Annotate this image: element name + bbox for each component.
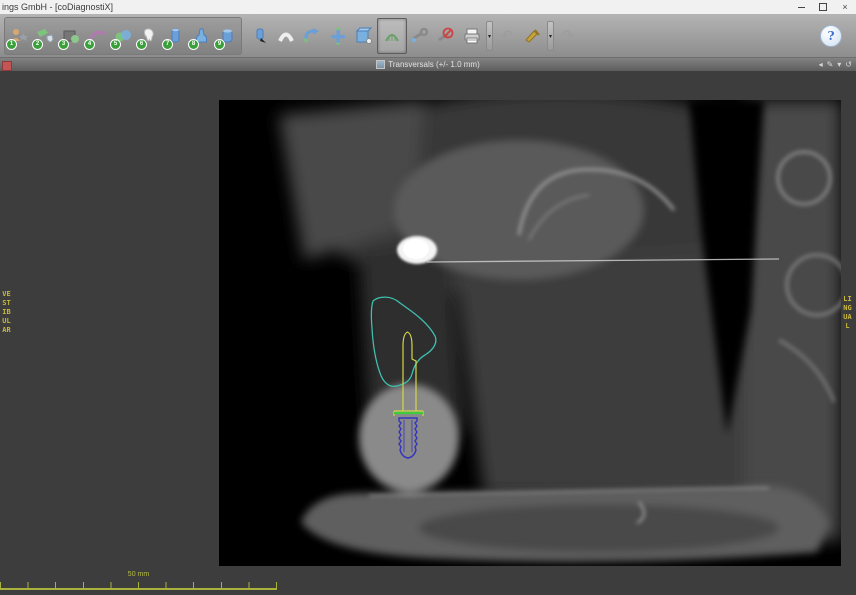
wrench-icon (410, 27, 430, 45)
view-dropdown-icon[interactable]: ▾ (837, 60, 841, 69)
scale-label: 50 mm (0, 571, 277, 578)
main-toolbar: 1 2 3 (0, 14, 856, 58)
toolbar-button-move[interactable] (325, 19, 351, 53)
undo-icon: ↶ (501, 27, 513, 44)
panel-title-row: Transversals (+/- 1.0 mm) (0, 58, 856, 71)
step-badge: 9 (214, 39, 225, 50)
slice-view-icon (376, 60, 385, 69)
print-icon (462, 27, 482, 45)
step-badge: 3 (58, 39, 69, 50)
toolbar-button-registration[interactable]: 5 (110, 19, 136, 53)
scale-ruler: 50 mm (0, 574, 278, 590)
help-button[interactable]: ? (820, 25, 842, 47)
toolbar-button-print[interactable] (459, 19, 485, 53)
toolbar-button-redo[interactable]: ↷ (555, 19, 581, 53)
toolbar-button-undo[interactable]: ↶ (494, 19, 520, 53)
scale-ruler-line (0, 582, 277, 590)
panoramic-view-icon (382, 27, 402, 45)
restore-button[interactable] (812, 0, 834, 14)
window-controls: × (790, 0, 856, 14)
step-badge: 1 (6, 39, 17, 50)
window-title: ings GmbH - [coDiagnostiX] (0, 2, 113, 12)
pan-cube-icon (354, 27, 374, 45)
step-badge: 7 (162, 39, 173, 50)
slice-viewport[interactable]: VESTIBULAR LINGUAL 50 mm (0, 71, 856, 595)
scalpel-icon (523, 27, 543, 45)
move-icon (328, 27, 348, 45)
drill-template-icon (250, 27, 270, 45)
step-badge: 5 (110, 39, 121, 50)
panel-actions: ◂ ✎ ▾ ↺ (819, 58, 852, 71)
workflow-step-group: 1 2 3 (4, 17, 242, 55)
arch-icon (276, 27, 296, 45)
toolbar-button-sleeve[interactable]: 9 (214, 19, 240, 53)
measure-dropdown-button[interactable]: ▾ (547, 21, 554, 51)
window-titlebar: ings GmbH - [coDiagnostiX] × (0, 0, 856, 14)
orientation-label-vestibular: VESTIBULAR (2, 290, 11, 335)
refresh-view-icon[interactable]: ↺ (845, 60, 852, 69)
step-badge: 4 (84, 39, 95, 50)
toolbar-button-panoramic-view[interactable] (377, 18, 407, 54)
redo-icon: ↷ (562, 27, 574, 44)
toolbar-button-arch-view[interactable] (273, 19, 299, 53)
edit-slice-icon[interactable]: ✎ (827, 60, 834, 69)
step-badge: 6 (136, 39, 147, 50)
help-icon: ? (827, 29, 834, 43)
toolbar-button-abutment[interactable]: 8 (188, 19, 214, 53)
minimize-icon (798, 7, 805, 8)
toolbar-button-implant-planning[interactable]: 7 (162, 19, 188, 53)
close-button[interactable]: × (834, 0, 856, 14)
toolbar-button-tooth-setup[interactable]: 6 (136, 19, 162, 53)
previous-slice-icon[interactable]: ◂ (819, 60, 823, 69)
toolbar-button-segmentation[interactable]: 4 (84, 19, 110, 53)
step-badge: 8 (188, 39, 199, 50)
ct-slice-image[interactable] (219, 100, 841, 566)
no-entry-tool-icon (436, 27, 456, 45)
toolbar-button-drill-templates[interactable] (247, 19, 273, 53)
view-panel-header: Transversals (+/- 1.0 mm) ◂ ✎ ▾ ↺ (0, 58, 856, 72)
ct-render (219, 100, 841, 566)
orientation-label-lingual: LINGUAL (843, 295, 852, 331)
app-window: ings GmbH - [coDiagnostiX] × 1 2 (0, 0, 856, 595)
toolbar-button-pan[interactable] (351, 19, 377, 53)
restore-icon (819, 3, 827, 11)
step-badge: 2 (32, 39, 43, 50)
panel-title: Transversals (+/- 1.0 mm) (388, 60, 480, 69)
print-dropdown-button[interactable]: ▾ (486, 21, 493, 51)
toolbar-button-disable-tool[interactable] (433, 19, 459, 53)
toolbar-button-patient-data[interactable]: 1 (6, 19, 32, 53)
toolbar-button-adjust-tool[interactable] (407, 19, 433, 53)
minimize-button[interactable] (790, 0, 812, 14)
toolbar-button-rotate[interactable] (299, 19, 325, 53)
rotate-icon (302, 27, 322, 45)
toolbar-button-model-import[interactable]: 3 (58, 19, 84, 53)
toolbar-button-plan-management[interactable]: 2 (32, 19, 58, 53)
toolbar-button-measure[interactable] (520, 19, 546, 53)
